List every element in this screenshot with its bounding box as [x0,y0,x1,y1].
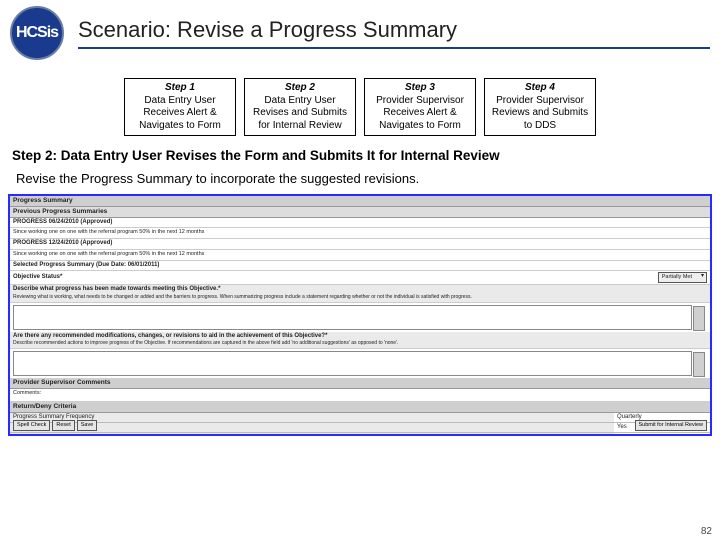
instruction-text: Revise the Progress Summary to incorpora… [16,171,708,186]
logo-text: HCSis [16,24,58,42]
logo: HCSis [10,6,64,60]
title-underline [78,47,710,49]
step-4-body: Provider Supervisor Reviews and Submits … [487,95,593,133]
step-2: Step 2 Data Entry User Revises and Submi… [244,78,356,136]
step-flow: Step 1 Data Entry User Receives Alert & … [0,78,720,136]
logo-icon: HCSis [10,6,64,60]
save-button[interactable]: Save [77,420,98,431]
question-2: Are there any recommended modifications,… [10,332,710,349]
step-4: Step 4 Provider Supervisor Reviews and S… [484,78,596,136]
q1-text: Describe what progress has been made tow… [13,286,220,292]
step-1-body: Data Entry User Receives Alert & Navigat… [127,95,233,133]
form-screenshot: Progress Summary Previous Progress Summa… [8,194,712,436]
selected-summary-label: Selected Progress Summary (Due Date: 06/… [10,261,710,271]
step-3: Step 3 Provider Supervisor Receives Aler… [364,78,476,136]
objective-status-label: Objective Status* [13,274,658,281]
spellcheck-button[interactable]: Spell Check [13,420,50,431]
section-heading: Step 2: Data Entry User Revises the Form… [12,148,708,163]
criteria-row: Progress Summary FrequencyQuarterly [10,413,710,423]
form-action-bar: Spell Check Reset Save [13,420,97,431]
section-return-deny: Return/Deny Criteria [10,402,710,413]
step-1: Step 1 Data Entry User Receives Alert & … [124,78,236,136]
section-progress-summary: Progress Summary [10,196,710,207]
objective-status-row: Objective Status* Partially Met [10,271,710,285]
q2-text: Are there any recommended modifications,… [13,333,327,339]
q1-hint: Reviewing what is working, what needs to… [13,294,472,300]
q1-textarea[interactable] [13,305,692,330]
q2-textarea[interactable] [13,351,692,376]
step-1-title: Step 1 [127,82,233,95]
reset-button[interactable]: Reset [52,420,74,431]
step-4-title: Step 4 [487,82,593,95]
criteria-row: SatisfactionYes [10,423,710,433]
prev1-body: Since working one on one with the referr… [10,228,710,240]
step-3-title: Step 3 [367,82,473,95]
question-1: Describe what progress has been made tow… [10,285,710,302]
step-2-body: Data Entry User Revises and Submits for … [247,95,353,133]
prev2-title: PROGRESS 12/24/2010 (Approved) [10,239,710,249]
submit-internal-review-button[interactable]: Submit for Internal Review [635,420,708,431]
q2-hint: Describe recommended actions to improve … [13,340,398,346]
step-3-body: Provider Supervisor Receives Alert & Nav… [367,95,473,133]
prev2-body: Since working one on one with the referr… [10,250,710,262]
step-2-title: Step 2 [247,82,353,95]
prev1-title: PROGRESS 06/24/2010 (Approved) [10,218,710,228]
comments-label: Comments: [10,389,710,402]
title-wrap: Scenario: Revise a Progress Summary [78,17,710,49]
criteria-row: Includes Current Status and NeedsNo [10,433,710,436]
page-number: 82 [701,526,712,537]
section-previous: Previous Progress Summaries [10,207,710,218]
header: HCSis Scenario: Revise a Progress Summar… [0,0,720,60]
objective-status-select[interactable]: Partially Met [658,272,707,283]
page-title: Scenario: Revise a Progress Summary [78,17,710,45]
section-supervisor-comments: Provider Supervisor Comments [10,378,710,389]
